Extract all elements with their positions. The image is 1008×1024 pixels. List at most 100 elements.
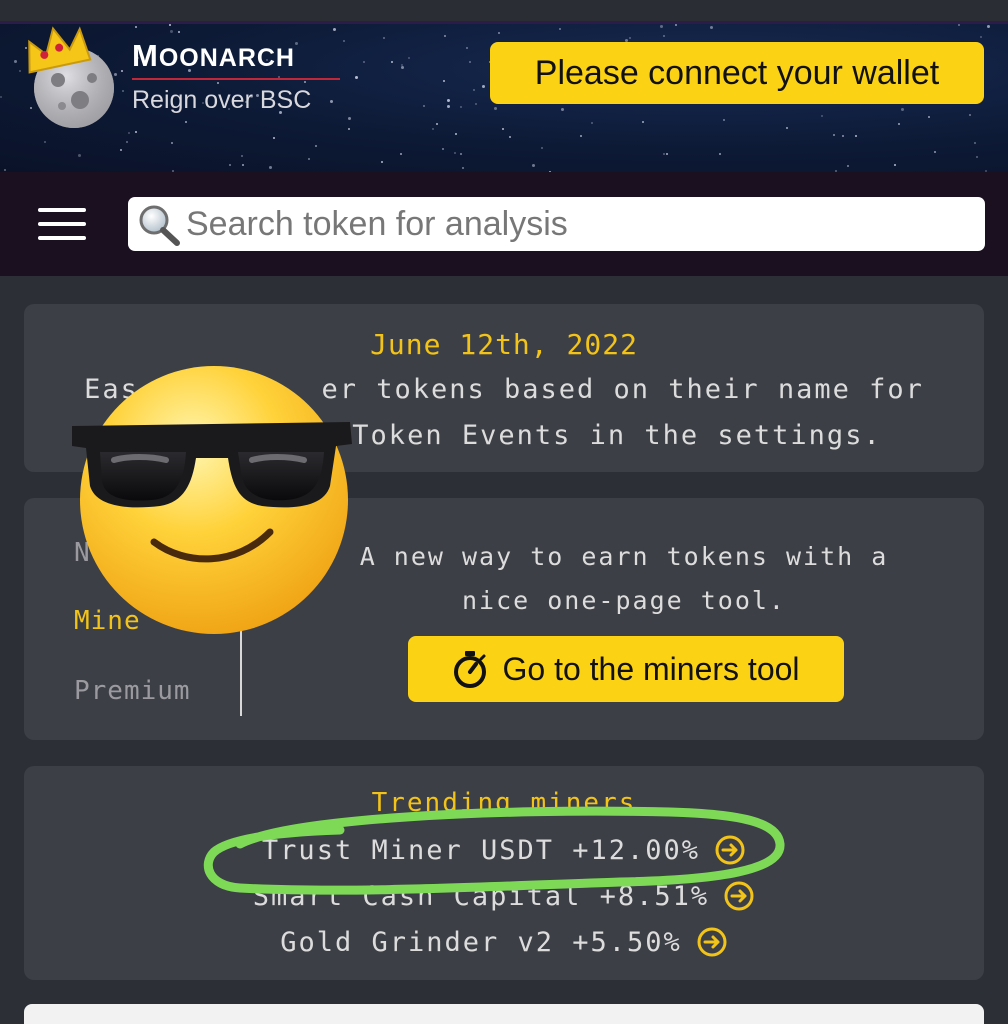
star (399, 153, 402, 156)
star (435, 123, 438, 126)
star (268, 165, 272, 169)
stopwatch-icon (454, 651, 487, 688)
star (662, 35, 665, 38)
star (475, 103, 478, 106)
tab-miners[interactable]: Mine (74, 606, 141, 636)
star (855, 135, 858, 138)
trending-title: Trending miners (371, 788, 637, 818)
news-text-line-2: Token Events in the settings. (352, 420, 882, 451)
star (710, 26, 714, 30)
star (786, 126, 789, 129)
star (442, 148, 445, 151)
news-text-line-1: Eas er tokens based on their name for (84, 374, 924, 405)
star (901, 108, 905, 112)
star (443, 79, 446, 82)
search-input[interactable] (186, 204, 976, 244)
star (847, 165, 850, 168)
star (718, 153, 721, 156)
miners-button-label: Go to the miners tool (502, 650, 800, 687)
star (501, 128, 504, 130)
star (558, 27, 561, 30)
star (400, 66, 404, 69)
arrow-right-circle-icon (697, 927, 727, 957)
brand-tagline: Reign over BSC (132, 86, 312, 114)
star (446, 98, 450, 102)
trending-miners-card: Trending miners Trust Miner USDT +12.00%… (24, 766, 984, 980)
star (957, 24, 960, 27)
star (422, 105, 425, 108)
star (674, 24, 677, 27)
star (229, 163, 232, 166)
star (134, 25, 137, 28)
star (662, 153, 665, 156)
star (171, 141, 174, 144)
star (126, 141, 129, 144)
star (973, 142, 976, 145)
star (135, 131, 138, 134)
trending-item[interactable]: Smart Cash Capital +8.51% (24, 880, 984, 912)
star (13, 60, 17, 64)
next-card-partial (24, 1004, 984, 1024)
star (0, 96, 3, 99)
hamburger-menu-icon[interactable] (38, 204, 88, 244)
star (980, 36, 983, 39)
news-date: June 12th, 2022 (370, 328, 638, 361)
star (120, 69, 123, 72)
star (455, 133, 458, 136)
star (177, 31, 180, 34)
tools-card: N Mine Premium A new way to earn tokens … (24, 498, 984, 740)
star (432, 127, 435, 130)
connect-wallet-button[interactable]: Please connect your wallet (490, 42, 984, 104)
star (591, 121, 594, 124)
star (494, 106, 498, 110)
star (897, 123, 900, 126)
brand-underline (132, 78, 340, 80)
star (443, 35, 446, 38)
star (363, 61, 366, 64)
go-to-miners-tool-button[interactable]: Go to the miners tool (408, 636, 844, 702)
tab-premium[interactable]: Premium (74, 676, 191, 706)
star (628, 36, 631, 39)
star (120, 149, 123, 152)
star (468, 61, 471, 64)
star (303, 81, 306, 84)
tool-description-line-2: nice one-page tool. (462, 586, 786, 615)
star (348, 128, 351, 131)
tool-description-line-1: A new way to earn tokens with a (359, 542, 889, 571)
star (472, 89, 475, 92)
star (77, 154, 81, 158)
star (185, 121, 188, 124)
star (927, 115, 930, 118)
star (893, 164, 896, 167)
star (453, 151, 456, 154)
star (391, 60, 394, 63)
moonarch-logo-icon[interactable] (18, 22, 118, 132)
star (481, 85, 485, 89)
trending-item-label: Smart Cash Capital +8.51% (252, 880, 710, 912)
star (642, 120, 645, 123)
star (462, 167, 465, 170)
star (408, 57, 411, 60)
star (832, 133, 835, 136)
star (314, 144, 317, 147)
star (170, 29, 174, 33)
trending-item[interactable]: Trust Miner USDT +12.00% (24, 834, 984, 866)
star (240, 154, 243, 157)
arrow-right-circle-icon (715, 835, 745, 865)
trending-item[interactable]: Gold Grinder v2 +5.50% (24, 926, 984, 958)
news-card: June 12th, 2022 Eas er tokens based on t… (24, 304, 984, 472)
star (975, 156, 978, 159)
star (380, 160, 383, 163)
star (665, 152, 668, 155)
trending-item-label: Gold Grinder v2 +5.50% (280, 926, 682, 958)
star (121, 89, 124, 92)
brand-name[interactable]: MOONARCH (132, 38, 295, 74)
star (168, 24, 171, 27)
star (333, 28, 337, 32)
star (3, 168, 6, 171)
star (820, 114, 823, 117)
star (459, 153, 462, 156)
star (541, 146, 544, 149)
tab-new[interactable]: N (74, 538, 91, 568)
star (383, 37, 386, 40)
